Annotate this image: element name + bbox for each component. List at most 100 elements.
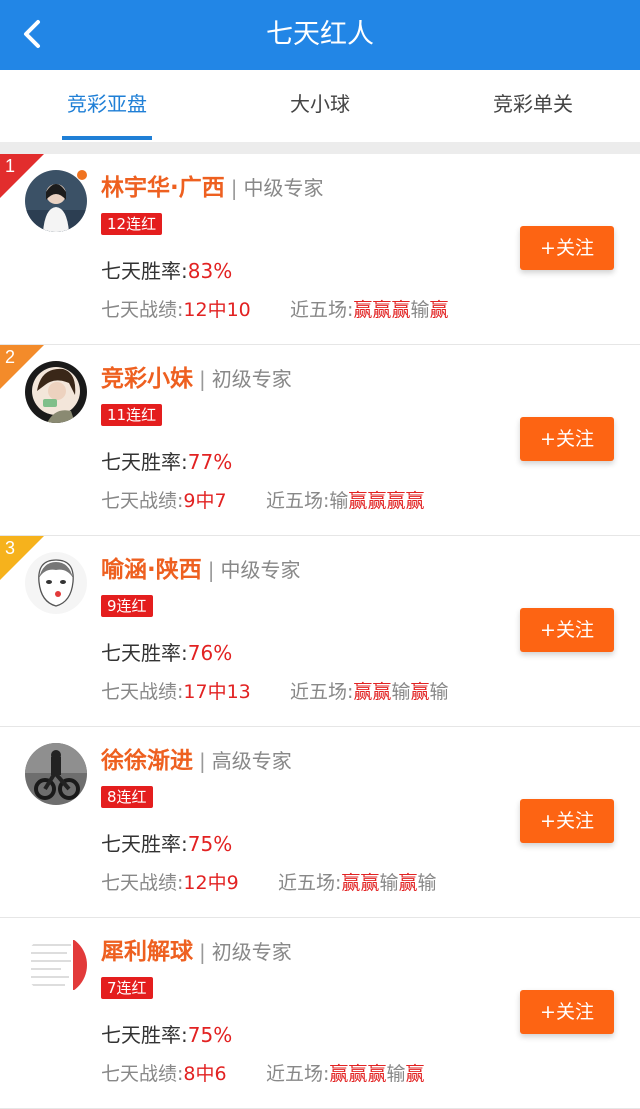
record-line: 七天战绩:9中7 xyxy=(101,486,227,513)
tab-jingcai-danguan[interactable]: 竞彩单关 xyxy=(473,70,593,142)
expert-name[interactable]: 竞彩小妹 xyxy=(101,366,193,392)
recent-results: 近五场:输赢赢赢赢 xyxy=(266,486,424,513)
recent-result: 输 xyxy=(379,872,399,894)
recent-result: 赢 xyxy=(341,872,361,894)
recent-result: 赢 xyxy=(398,872,418,894)
winrate-value: 75% xyxy=(187,832,233,856)
expert-level: 中级专家 xyxy=(243,176,324,200)
winrate-label: 七天胜率: xyxy=(101,1023,188,1047)
avatar[interactable] xyxy=(25,552,87,614)
recent-result: 赢 xyxy=(367,1063,387,1085)
winrate-value: 77% xyxy=(187,450,233,474)
name-line: 竞彩小妹 | 初级专家 xyxy=(101,363,292,395)
recent-results: 近五场:赢赢赢输赢 xyxy=(290,295,448,322)
record-label: 七天战绩: xyxy=(101,1063,184,1085)
record-value: 12中10 xyxy=(183,299,251,321)
follow-button[interactable]: +关注 xyxy=(520,226,614,270)
recent-result: 赢 xyxy=(405,490,425,512)
recent-label: 近五场: xyxy=(290,681,354,703)
recent-result: 赢 xyxy=(348,490,368,512)
winrate-value: 76% xyxy=(187,641,233,665)
expert-card[interactable]: 犀利解球 | 初级专家 7连红 七天胜率:75% 七天战绩:8中6 近五场:赢赢赢输赢 +关… xyxy=(0,918,640,1109)
winrate-line: 七天胜率:75% xyxy=(101,1019,232,1048)
record-line: 七天战绩:12中10 xyxy=(101,295,251,322)
record-value: 8中6 xyxy=(183,1063,227,1085)
avatar[interactable] xyxy=(25,361,87,423)
winrate-line: 七天胜率:76% xyxy=(101,637,232,666)
winrate-line: 七天胜率:77% xyxy=(101,446,232,475)
expert-card[interactable]: 2 竞彩小妹 | 初级专家 11连红 七天胜率:77% 七天战绩:9中7 近五场:输赢赢赢… xyxy=(0,345,640,536)
separator: | xyxy=(199,940,206,964)
record-value: 9中7 xyxy=(183,490,227,512)
expert-name[interactable]: 喻涵·陕西 xyxy=(101,557,202,583)
expert-level: 初级专家 xyxy=(211,940,292,964)
recent-result: 赢 xyxy=(386,490,406,512)
separator: | xyxy=(199,749,206,773)
recent-result: 赢 xyxy=(329,1063,349,1085)
winrate-value: 83% xyxy=(187,259,233,283)
winrate-label: 七天胜率: xyxy=(101,450,188,474)
winrate-line: 七天胜率:83% xyxy=(101,255,232,284)
tab-jingcai-yapan[interactable]: 竞彩亚盘 xyxy=(47,70,167,142)
section-divider xyxy=(0,142,640,154)
follow-button[interactable]: +关注 xyxy=(520,990,614,1034)
recent-label: 近五场: xyxy=(290,299,354,321)
record-line: 七天战绩:17中13 xyxy=(101,677,251,704)
streak-badge: 9连红 xyxy=(101,595,153,617)
recent-result: 赢 xyxy=(353,681,373,703)
avatar[interactable] xyxy=(25,934,87,996)
active-tab-indicator xyxy=(62,136,152,140)
name-line: 徐徐渐进 | 高级专家 xyxy=(101,745,292,777)
rank-number: 1 xyxy=(5,156,16,176)
record-line: 七天战绩:8中6 xyxy=(101,1059,227,1086)
follow-button[interactable]: +关注 xyxy=(520,799,614,843)
follow-button[interactable]: +关注 xyxy=(520,608,614,652)
recent-results: 近五场:赢赢输赢输 xyxy=(278,868,436,895)
expert-name[interactable]: 林宇华·广西 xyxy=(101,175,225,201)
expert-level: 高级专家 xyxy=(211,749,292,773)
name-line: 林宇华·广西 | 中级专家 xyxy=(101,172,324,204)
winrate-label: 七天胜率: xyxy=(101,641,188,665)
expert-card[interactable]: 3 喻涵·陕西 | 中级专家 9连红 七天胜率:76% 七天战绩:17中13 近五场:赢赢… xyxy=(0,536,640,727)
streak-badge: 12连红 xyxy=(101,213,163,235)
recent-result: 赢 xyxy=(429,299,449,321)
separator: | xyxy=(207,558,215,582)
recent-results: 近五场:赢赢输赢输 xyxy=(290,677,448,704)
recent-result: 赢 xyxy=(405,1063,425,1085)
recent-result: 输 xyxy=(429,681,449,703)
page-title: 七天红人 xyxy=(266,19,374,50)
separator: | xyxy=(199,367,206,391)
record-label: 七天战绩: xyxy=(101,681,184,703)
recent-result: 赢 xyxy=(360,872,380,894)
expert-card[interactable]: 徐徐渐进 | 高级专家 8连红 七天胜率:75% 七天战绩:12中9 近五场:赢赢输赢输 +… xyxy=(0,727,640,918)
recent-results: 近五场:赢赢赢输赢 xyxy=(266,1059,424,1086)
recent-result: 赢 xyxy=(367,490,387,512)
tab-daxiaoqiu[interactable]: 大小球 xyxy=(260,70,380,142)
tab-bar: 竞彩亚盘 大小球 竞彩单关 xyxy=(0,70,640,142)
expert-list: 1 林宇华·广西 | 中级专家 12连红 七天胜率:83% 七天战绩:12中10 近五场:… xyxy=(0,154,640,1109)
expert-card[interactable]: 1 林宇华·广西 | 中级专家 12连红七天胜率:83% 七天战绩:12中10 近五场:… xyxy=(0,154,640,345)
record-label: 七天战绩: xyxy=(101,490,184,512)
recent-result: 输 xyxy=(386,1063,406,1085)
rank-number: 2 xyxy=(5,347,16,367)
record-value: 12中9 xyxy=(183,872,239,894)
streak-badge: 7连红 xyxy=(101,977,153,999)
recent-label: 近五场: xyxy=(266,1063,330,1085)
recent-label: 近五场: xyxy=(278,872,342,894)
top-bar: 七天红人 xyxy=(0,0,640,70)
winrate-label: 七天胜率: xyxy=(101,259,188,283)
recent-result: 赢 xyxy=(372,299,392,321)
winrate-line: 七天胜率:75% xyxy=(101,828,232,857)
recent-label: 近五场: xyxy=(266,490,330,512)
winrate-label: 七天胜率: xyxy=(101,832,188,856)
expert-name[interactable]: 犀利解球 xyxy=(101,939,193,965)
follow-button[interactable]: +关注 xyxy=(520,417,614,461)
separator: | xyxy=(230,176,238,200)
expert-name[interactable]: 徐徐渐进 xyxy=(101,748,193,774)
avatar[interactable] xyxy=(25,170,87,232)
avatar[interactable] xyxy=(25,743,87,805)
rank-number: 3 xyxy=(5,538,16,558)
recent-result: 赢 xyxy=(348,1063,368,1085)
name-line: 犀利解球 | 初级专家 xyxy=(101,936,292,968)
record-value: 17中13 xyxy=(183,681,251,703)
